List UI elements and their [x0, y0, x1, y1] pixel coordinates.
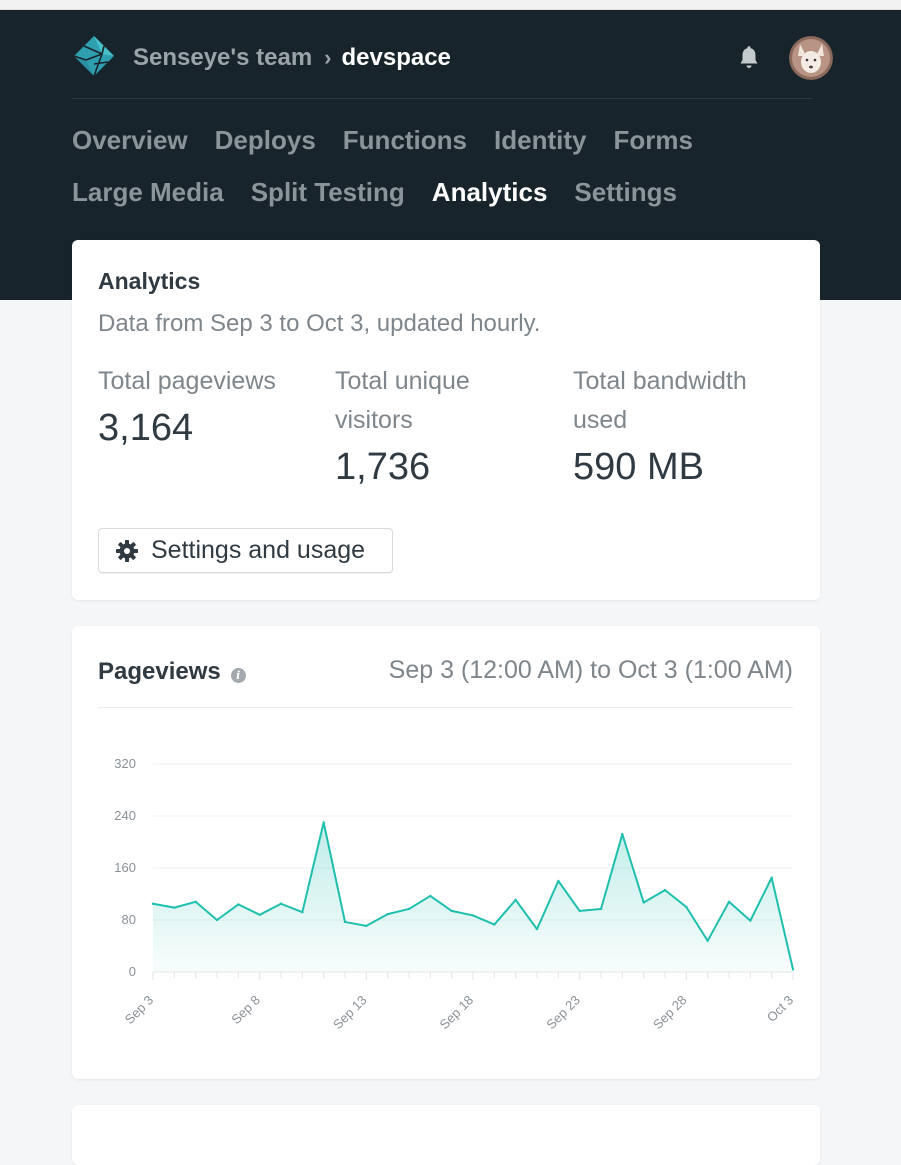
data-point: [301, 911, 304, 914]
site-nav: Overview Deploys Functions Identity Form…: [72, 114, 832, 218]
tab-identity[interactable]: Identity: [494, 125, 586, 156]
data-point: [770, 876, 773, 879]
data-point: [194, 900, 197, 903]
tab-settings[interactable]: Settings: [574, 177, 677, 208]
data-point: [322, 821, 325, 824]
data-point: [258, 913, 261, 916]
breadcrumb-separator: ›: [324, 45, 332, 70]
data-point: [215, 918, 219, 922]
avatar[interactable]: [789, 36, 833, 80]
data-point: [407, 907, 411, 911]
data-point: [535, 927, 539, 931]
pageviews-chart: 0 80 160 240 320 Sep 3 Sep 8 Sep 13 Sep 18 Sep 23…: [114, 756, 797, 1032]
tab-forms[interactable]: Forms: [613, 125, 692, 156]
card-subtitle: Data from Sep 3 to Oct 3, updated hourly…: [98, 310, 541, 337]
data-point: [237, 903, 240, 906]
tab-large-media[interactable]: Large Media: [72, 177, 224, 208]
stat-label: Total bandwidth used: [573, 367, 747, 434]
x-tick-label: Oct 3: [764, 992, 797, 1025]
next-card: [72, 1105, 820, 1165]
data-point: [727, 900, 731, 903]
tab-split-testing[interactable]: Split Testing: [251, 177, 405, 208]
netlify-logo-icon[interactable]: [72, 34, 116, 78]
data-point: [386, 912, 389, 916]
data-point: [706, 939, 709, 942]
data-point: [343, 920, 347, 924]
tab-overview[interactable]: Overview: [72, 125, 188, 156]
data-point: [450, 909, 453, 913]
x-tick-label: Sep 13: [330, 992, 370, 1032]
y-tick-label: 320: [114, 756, 136, 771]
data-point: [621, 833, 624, 836]
bell-icon[interactable]: [737, 45, 761, 71]
x-tick-label: Sep 8: [228, 992, 263, 1027]
card-title: Analytics: [98, 268, 201, 294]
stat-label: Total pageviews: [98, 367, 276, 395]
y-tick-label: 160: [114, 860, 136, 875]
pageviews-area: [153, 822, 793, 972]
stat-bandwidth: Total bandwidth used 590 MB: [573, 362, 803, 489]
data-point: [365, 924, 368, 928]
tab-analytics[interactable]: Analytics: [432, 177, 548, 208]
settings-button-label: Settings and usage: [151, 536, 366, 564]
y-tick-label: 0: [129, 964, 136, 979]
y-tick-label: 240: [114, 808, 136, 823]
data-point: [642, 901, 645, 904]
header-divider: [72, 98, 812, 99]
settings-and-usage-button[interactable]: Settings and usage: [98, 528, 393, 573]
data-point: [791, 968, 795, 971]
stat-value: 590 MB: [573, 446, 704, 488]
x-tick-label: Sep 3: [122, 992, 157, 1027]
data-point: [685, 905, 688, 909]
stat-value: 3,164: [98, 407, 194, 449]
stat-value: 1,736: [335, 446, 431, 488]
data-point: [578, 909, 581, 913]
nav-row: Large Media Split Testing Analytics Sett…: [72, 166, 832, 218]
pageviews-card: Pageviews i Sep 3 (12:00 AM) to Oct 3 (1…: [72, 626, 820, 1079]
data-point: [173, 906, 176, 909]
gear-icon: [116, 539, 138, 562]
data-point: [493, 923, 496, 926]
tab-functions[interactable]: Functions: [343, 125, 467, 156]
breadcrumb-site[interactable]: devspace: [341, 44, 450, 72]
data-point: [471, 914, 475, 917]
stat-unique-visitors: Total unique visitors 1,736: [335, 362, 525, 489]
nav-row: Overview Deploys Functions Identity Form…: [72, 114, 832, 166]
y-tick-label: 80: [122, 912, 136, 927]
data-point: [514, 898, 517, 902]
breadcrumb: Senseye's team › devspace: [133, 44, 451, 72]
browser-top-strip: [0, 0, 901, 10]
stat-pageviews: Total pageviews 3,164: [98, 362, 318, 450]
x-tick-label: Sep 28: [650, 992, 690, 1032]
tab-deploys[interactable]: Deploys: [215, 125, 316, 156]
data-point: [557, 879, 560, 883]
stat-label: Total unique visitors: [335, 367, 470, 434]
data-point: [599, 907, 603, 911]
data-point: [151, 902, 155, 905]
data-point: [663, 888, 667, 892]
data-point: [749, 919, 752, 922]
breadcrumb-team[interactable]: Senseye's team: [133, 44, 312, 72]
data-point: [429, 894, 432, 898]
x-tick-label: Sep 18: [437, 992, 477, 1032]
data-point: [279, 902, 283, 905]
analytics-summary-card: Analytics Data from Sep 3 to Oct 3, upda…: [72, 240, 820, 600]
x-tick-label: Sep 23: [543, 992, 583, 1032]
